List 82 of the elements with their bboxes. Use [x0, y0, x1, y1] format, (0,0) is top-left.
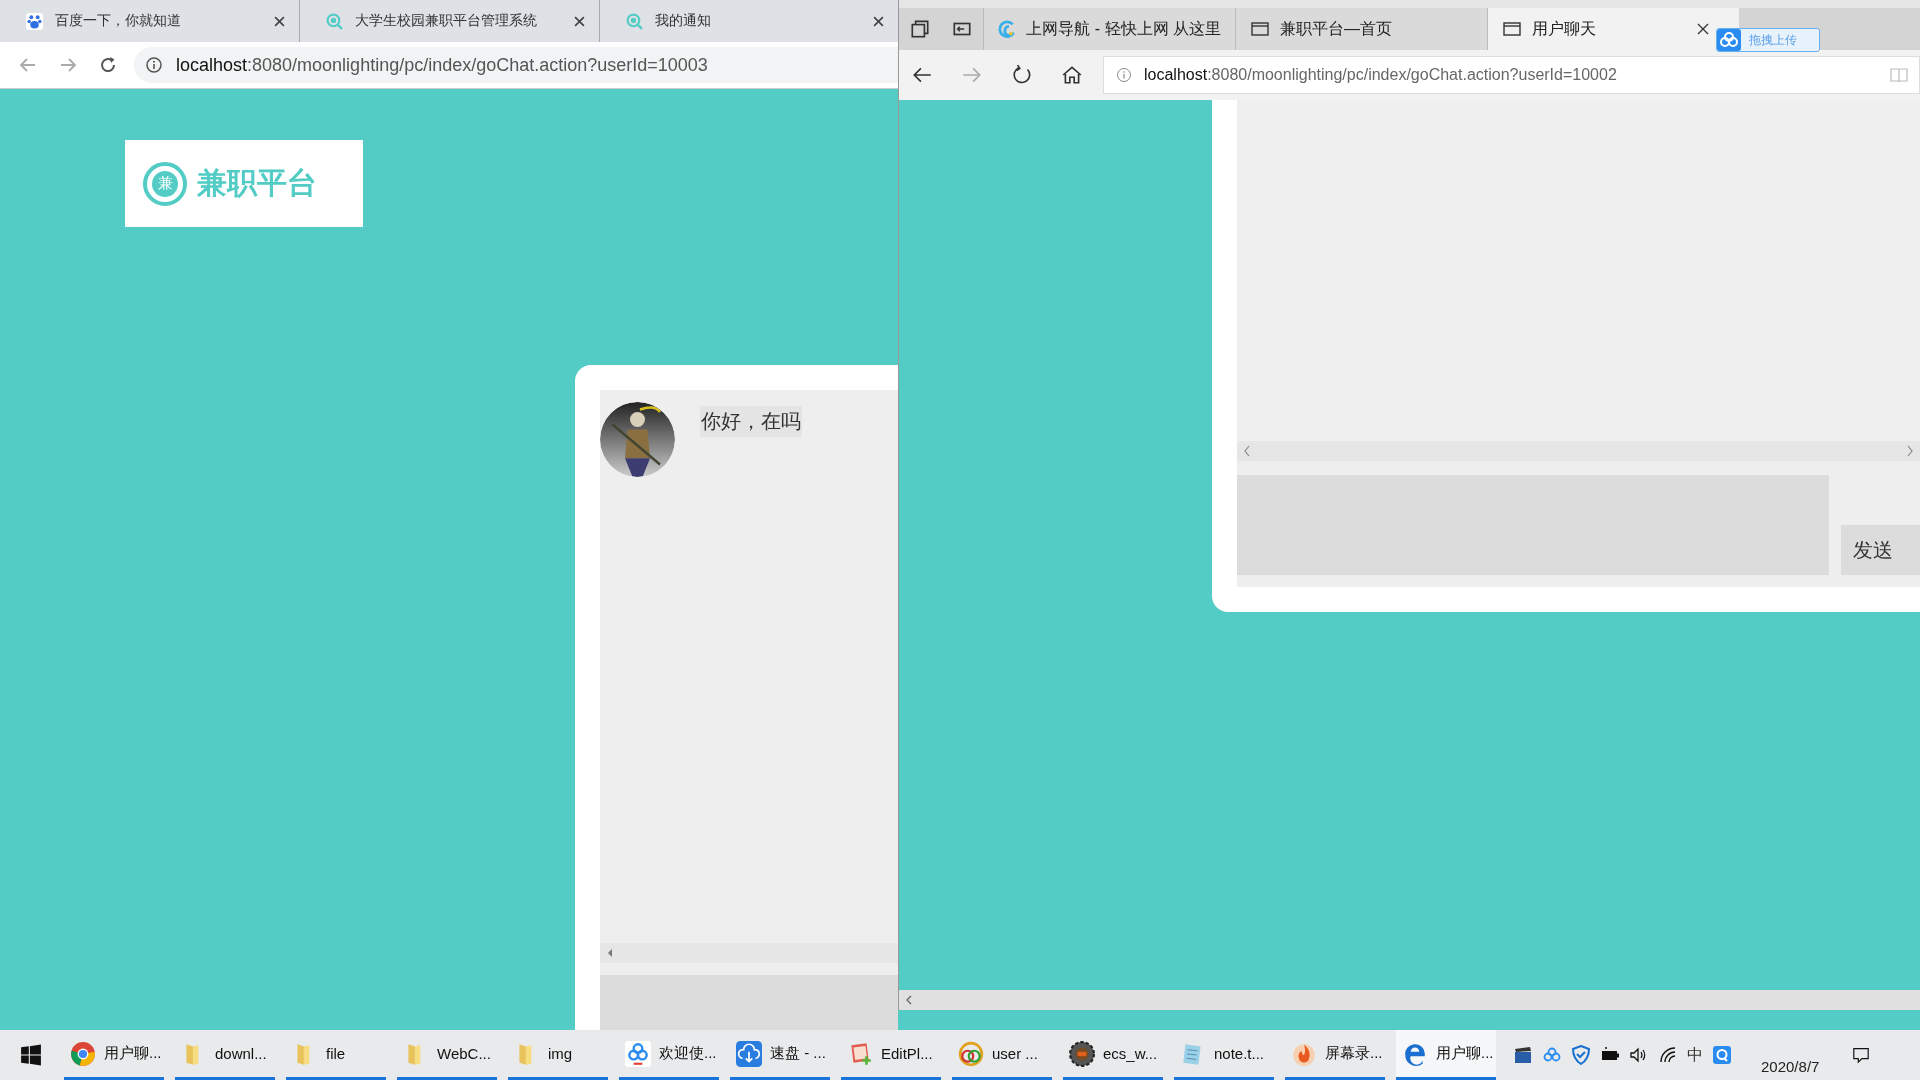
browser-tab[interactable]: 兼职平台—首页 — [1235, 8, 1487, 50]
tab-title: 大学生校园兼职平台管理系统 — [355, 12, 538, 30]
input-area[interactable] — [600, 975, 898, 1030]
logo-icon: 兼 — [143, 161, 187, 206]
url-text: localhost:8080/moonlighting/pc/index/goChat.action?userId=10002 — [1144, 66, 1618, 84]
taskbar-item[interactable]: 速盘 - ... — [730, 1030, 830, 1080]
paw-icon — [26, 12, 43, 30]
info-icon — [1116, 67, 1132, 83]
taskbar-label: 屏幕录... — [1325, 1044, 1383, 1063]
taskbar-label: 用户聊... — [104, 1044, 162, 1063]
tab-title: 我的通知 — [655, 12, 712, 30]
clapper-icon[interactable] — [1513, 1045, 1533, 1065]
taskbar-label: downl... — [215, 1045, 267, 1062]
close-icon[interactable] — [274, 15, 285, 27]
taskbar-label: EditPl... — [881, 1045, 933, 1062]
address-bar[interactable]: localhost:8080/moonlighting/pc/index/goChat.action?userId=10002 — [1103, 56, 1920, 94]
cloud-download-icon — [736, 1040, 762, 1067]
browser-tab[interactable]: 用户聊天 — [1487, 8, 1739, 50]
gear-icon — [1069, 1040, 1095, 1067]
close-icon[interactable] — [574, 15, 585, 27]
taskbar-item[interactable]: 欢迎使... — [619, 1030, 719, 1080]
horizontal-scrollbar[interactable] — [899, 990, 1920, 1010]
message-bubble: 你好，在吗 — [700, 406, 802, 437]
taskbar-label: user ... — [992, 1045, 1038, 1062]
page-icon — [1250, 19, 1270, 39]
scroll-left-icon[interactable] — [606, 948, 614, 958]
taskbar-label: file — [326, 1045, 346, 1062]
search-icon — [326, 12, 343, 30]
input-method-indicator[interactable]: 中 — [1687, 1044, 1703, 1066]
page-icon — [1502, 19, 1522, 39]
browser-tab[interactable]: 我的通知 — [600, 0, 898, 42]
taskbar-label: 速盘 - ... — [770, 1044, 826, 1063]
notification-icon[interactable] — [1852, 1046, 1871, 1064]
taskbar-item[interactable]: EditPl... — [841, 1030, 941, 1080]
scroll-left-icon[interactable] — [1243, 445, 1251, 458]
shield-icon[interactable] — [1571, 1045, 1591, 1065]
reload-icon[interactable] — [98, 55, 118, 75]
taskbar-item[interactable]: ecs_w... — [1063, 1030, 1163, 1080]
taskbar-label: WebC... — [437, 1045, 491, 1062]
taskbar-label: 欢迎使... — [659, 1044, 717, 1063]
taskbar-label: 用户聊... — [1436, 1044, 1494, 1063]
info-icon — [146, 57, 162, 73]
send-button[interactable]: 发送 — [1841, 525, 1920, 575]
start-icon[interactable] — [20, 1044, 42, 1066]
wifi-icon[interactable] — [1658, 1045, 1678, 1065]
taskbar-date: 2020/8/7 — [1761, 1057, 1820, 1075]
taskbar-label: ecs_w... — [1103, 1045, 1158, 1062]
close-icon[interactable] — [1697, 23, 1709, 35]
horizontal-scrollbar[interactable] — [1237, 441, 1920, 461]
taskbar-item[interactable]: img — [508, 1030, 608, 1080]
taskbar-label: img — [548, 1045, 573, 1062]
taskbar-item[interactable]: file — [286, 1030, 386, 1080]
taskbar-item[interactable]: 用户聊... — [64, 1030, 164, 1080]
taskbar-item[interactable]: 屏幕录... — [1285, 1030, 1385, 1080]
home-icon[interactable] — [1061, 64, 1083, 86]
swirl-icon — [998, 19, 1017, 39]
chat-icon[interactable] — [1712, 1045, 1732, 1065]
taskbar-item[interactable]: WebC... — [397, 1030, 497, 1080]
message-input[interactable] — [1237, 475, 1830, 575]
scroll-left-icon[interactable] — [905, 995, 913, 1005]
browser-tab[interactable]: 上网导航 - 轻快上网 从这里 — [983, 8, 1235, 50]
tab-title: 上网导航 - 轻快上网 从这里 — [1026, 18, 1221, 39]
cloud-icon — [1717, 29, 1741, 51]
close-icon[interactable] — [873, 15, 884, 27]
tab-title: 兼职平台—首页 — [1280, 18, 1393, 39]
logo-text: 兼职平台 — [197, 165, 317, 201]
chrome-icon — [70, 1040, 96, 1067]
tab-title: 用户聊天 — [1532, 18, 1597, 39]
taskbar-label: note.t... — [1214, 1045, 1265, 1062]
scroll-right-icon[interactable] — [1906, 445, 1914, 458]
taskbar-item[interactable]: user ... — [952, 1030, 1052, 1080]
taskbar-item[interactable]: note.t... — [1174, 1030, 1274, 1080]
rings-icon — [958, 1040, 984, 1067]
address-bar[interactable]: localhost:8080/moonlighting/pc/index/goChat.action?userId=10003 — [134, 47, 898, 83]
cloud-icon — [625, 1040, 651, 1067]
search-icon — [626, 12, 643, 30]
taskbar-item[interactable]: 用户聊... — [1396, 1030, 1496, 1080]
url-text: localhost:8080/moonlighting/pc/index/goChat.action?userId=10003 — [176, 54, 708, 76]
tab-title: 百度一下，你就知道 — [55, 12, 182, 30]
taskbar-item[interactable]: downl... — [175, 1030, 275, 1080]
reload-icon[interactable] — [1011, 64, 1033, 86]
horizontal-scrollbar[interactable] — [600, 943, 898, 963]
